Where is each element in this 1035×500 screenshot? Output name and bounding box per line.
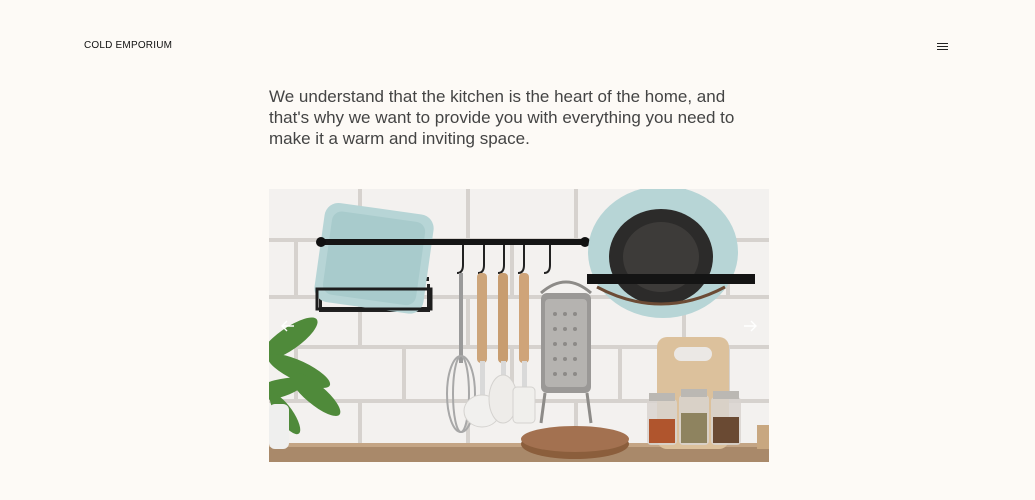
- menu-button[interactable]: [934, 38, 952, 54]
- carousel-next-button[interactable]: [739, 315, 761, 337]
- hamburger-menu-icon: [937, 42, 948, 44]
- arrow-right-icon: [744, 320, 757, 332]
- intro-paragraph: We understand that the kitchen is the he…: [269, 87, 735, 148]
- site-logo[interactable]: COLD EMPORIUM: [84, 40, 172, 51]
- image-carousel[interactable]: [269, 189, 769, 462]
- carousel-prev-button[interactable]: [277, 315, 299, 337]
- kitchen-rack-photo: [269, 189, 769, 462]
- arrow-left-icon: [281, 320, 294, 332]
